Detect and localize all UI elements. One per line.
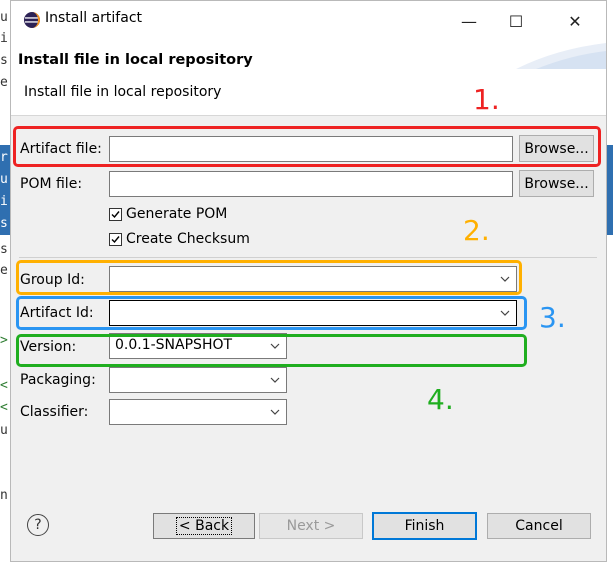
next-button[interactable]: Next > [259,513,363,539]
window-title: Install artifact [45,10,143,26]
background-char: e [0,263,8,278]
background-char: i [0,31,8,46]
background-char: s [0,242,8,257]
annotation-box-artifact-id [16,296,527,330]
annotation-number-4: 4. [427,383,454,416]
back-button[interactable]: < Back [153,513,255,539]
annotation-number-1: 1. [473,83,500,116]
close-button[interactable]: ✕ [552,7,598,35]
background-char: s [0,216,8,231]
maximize-button[interactable]: ☐ [493,7,539,35]
background-char: n [0,488,8,503]
pom-file-label: POM file: [20,176,83,192]
background-char: u [0,10,8,25]
pom-file-input[interactable] [109,171,513,197]
background-char: < [0,378,8,393]
generate-pom-label: Generate POM [126,206,228,222]
generate-pom-checkbox[interactable] [109,207,122,221]
packaging-label: Packaging: [20,372,96,388]
page-description: Install file in local repository [24,84,222,100]
background-char: > [0,333,8,348]
background-char: s [0,53,8,68]
background-char: i [0,194,8,209]
form-separator [19,257,597,258]
wizard-header: Install file in local repository Install… [11,39,606,116]
chevron-down-icon [270,409,280,415]
background-char: e [0,75,8,90]
page-title: Install file in local repository [18,52,253,68]
create-checksum-checkbox[interactable] [109,232,122,246]
cancel-button[interactable]: Cancel [487,513,591,539]
packaging-combo[interactable] [109,367,287,393]
create-checksum-checkbox-row[interactable]: Create Checksum [109,231,250,247]
annotation-number-2: 2. [463,214,490,247]
create-checksum-label: Create Checksum [126,231,250,247]
install-artifact-dialog: Install artifact — ☐ ✕ Install file in l… [10,0,607,562]
annotation-box-artifact-file [13,126,601,167]
background-char: u [0,423,8,438]
minimize-button[interactable]: — [446,7,492,35]
header-banner-graphic [516,43,606,69]
chevron-down-icon [270,377,280,383]
help-icon[interactable]: ? [27,514,49,536]
background-char: < [0,400,8,415]
background-selection-right [607,145,613,235]
checkmark-icon [111,210,120,218]
background-editor: u i s e r u i s s e > < < u n [0,0,10,567]
annotation-number-3: 3. [539,301,566,334]
annotation-box-version [16,334,527,367]
annotation-box-group-id [16,260,522,295]
eclipse-icon [24,12,40,28]
pom-file-browse-button[interactable]: Browse... [519,170,594,197]
background-char: r [0,150,8,165]
background-char: u [0,172,8,187]
title-bar: Install artifact — ☐ ✕ [11,1,606,39]
classifier-combo[interactable] [109,399,287,425]
checkmark-icon [111,235,120,243]
classifier-label: Classifier: [20,404,89,420]
generate-pom-checkbox-row[interactable]: Generate POM [109,206,227,222]
finish-button[interactable]: Finish [372,512,477,540]
